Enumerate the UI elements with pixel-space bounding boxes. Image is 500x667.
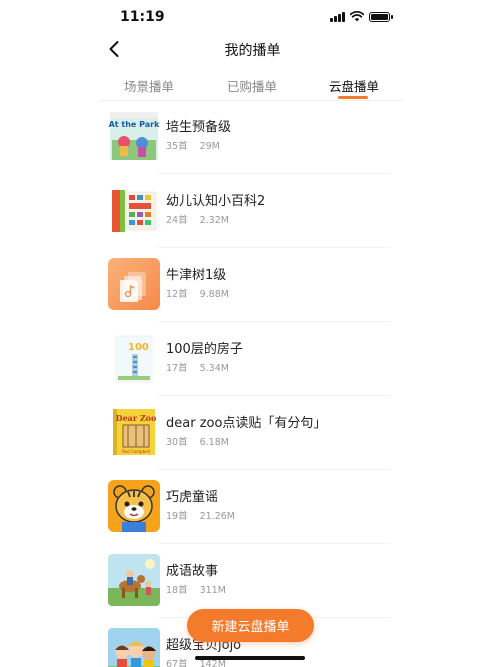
tab-scene-playlists[interactable]: 场景播单	[124, 76, 174, 95]
status-time: 11:19	[120, 9, 165, 25]
list-item[interactable]: 牛津树1级 12首 9.88M	[100, 248, 405, 322]
list-item[interactable]: Dear Zoo Rod Campbell dear zoo点读贴「有分句」 3…	[100, 396, 405, 470]
item-count: 17首	[166, 363, 188, 374]
item-size: 311M	[199, 585, 226, 596]
wifi-icon	[350, 11, 364, 22]
item-meta: 19首 21.26M	[166, 508, 235, 522]
list-item[interactable]: 成语故事 18首 311M	[100, 544, 405, 618]
book-cover-encyclopedia	[108, 184, 160, 236]
item-size: 6.18M	[199, 437, 229, 448]
item-title: 巧虎童谣	[166, 490, 219, 505]
item-title: 幼儿认知小百科2	[166, 194, 266, 209]
signal-icon	[330, 11, 345, 22]
tab-purchased-playlists[interactable]: 已购播单	[227, 76, 277, 95]
item-title: 培生预备级	[166, 120, 232, 135]
cocomelon-cover	[108, 628, 160, 667]
home-indicator	[195, 656, 305, 660]
playlist-list: At the Park 培生预备级 35首 29M 幼儿认知小百科2 24首 2.3…	[100, 100, 405, 667]
item-size: 5.34M	[199, 363, 229, 374]
svg-text:Rod Campbell: Rod Campbell	[122, 449, 150, 454]
book-cover-100-floors: 100	[108, 332, 160, 384]
list-item[interactable]: At the Park 培生预备级 35首 29M	[100, 100, 405, 174]
battery-icon	[369, 11, 393, 22]
list-item[interactable]: 100 100层的房子 17首 5.34M	[100, 322, 405, 396]
svg-text:At the Park: At the Park	[109, 120, 160, 129]
item-meta: 17首 5.34M	[166, 360, 229, 374]
page-title: 我的播单	[224, 43, 281, 59]
list-item[interactable]: 巧虎童谣 19首 21.26M	[100, 470, 405, 544]
tiger-character-cover	[108, 480, 160, 532]
active-tab-indicator	[338, 96, 368, 99]
svg-text:100: 100	[128, 342, 149, 353]
item-size: 29M	[199, 141, 220, 152]
item-title: 成语故事	[166, 564, 219, 579]
item-meta: 18首 311M	[166, 582, 226, 596]
item-size: 9.88M	[199, 289, 229, 300]
status-icons	[330, 11, 393, 22]
item-count: 19首	[166, 511, 188, 522]
cloud-folder-icon	[108, 258, 160, 310]
book-cover-at-the-park: At the Park	[108, 110, 160, 162]
item-count: 18首	[166, 585, 188, 596]
new-cloud-playlist-button[interactable]: 新建云盘播单	[187, 609, 314, 642]
idiom-story-cover	[108, 554, 160, 606]
tab-cloud-playlists[interactable]: 云盘播单	[329, 76, 379, 95]
list-item[interactable]: 幼儿认知小百科2 24首 2.32M	[100, 174, 405, 248]
item-title: 100层的房子	[166, 342, 243, 357]
item-meta: 24首 2.32M	[166, 212, 229, 226]
item-size: 2.32M	[199, 215, 229, 226]
item-count: 24首	[166, 215, 188, 226]
item-title: dear zoo点读贴「有分句」	[166, 416, 327, 431]
nav-bar: 我的播单	[100, 34, 405, 64]
item-count: 67首	[166, 659, 188, 667]
item-count: 35首	[166, 141, 188, 152]
book-cover-dear-zoo: Dear Zoo Rod Campbell	[108, 406, 160, 458]
item-meta: 12首 9.88M	[166, 286, 229, 300]
item-title: 牛津树1级	[166, 268, 227, 283]
item-size: 142M	[199, 659, 226, 667]
item-count: 12首	[166, 289, 188, 300]
item-count: 30首	[166, 437, 188, 448]
item-size: 21.26M	[199, 511, 235, 522]
status-bar: 11:19	[0, 0, 500, 34]
item-meta: 30首 6.18M	[166, 434, 229, 448]
item-meta: 35首 29M	[166, 138, 220, 152]
svg-text:Dear Zoo: Dear Zoo	[116, 413, 157, 423]
